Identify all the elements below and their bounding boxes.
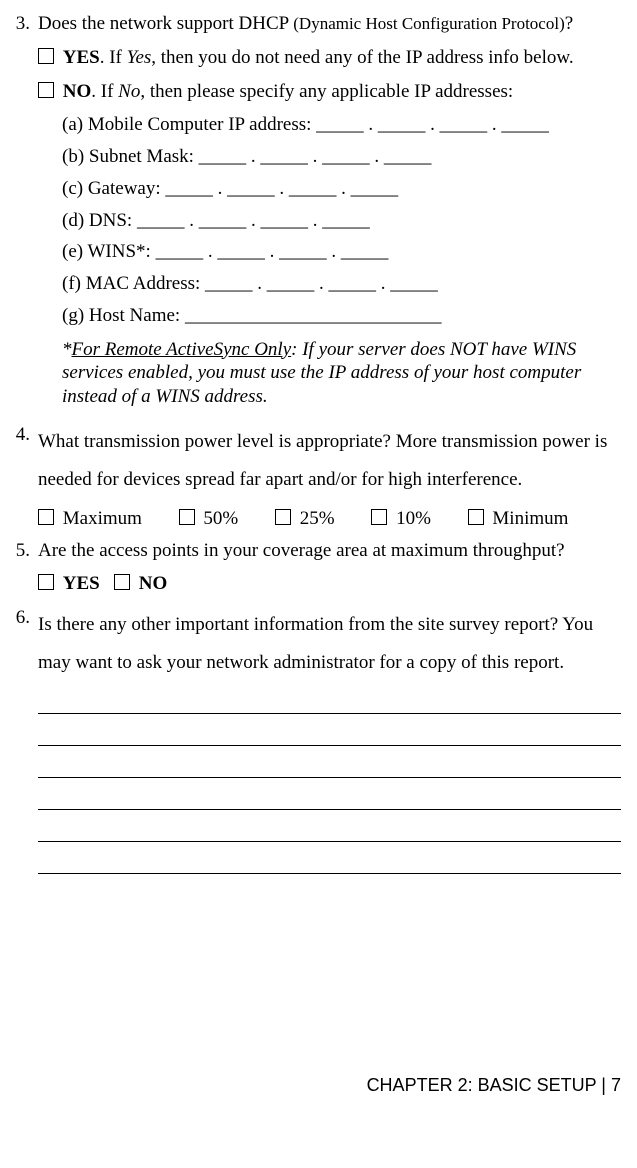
footer-chapter: CHAPTER 2: BASIC SETUP bbox=[367, 1075, 597, 1095]
q6-lines bbox=[38, 712, 627, 874]
checkbox-icon[interactable] bbox=[38, 82, 54, 98]
q5-options: YES NO bbox=[38, 572, 627, 596]
blank-line bbox=[38, 808, 621, 810]
q4-marker: 4. bbox=[2, 423, 38, 447]
q3-a: (a) Mobile Computer IP address: _____ . … bbox=[62, 113, 627, 137]
q3-yes-if: Yes bbox=[127, 47, 152, 68]
footer-page: 7 bbox=[611, 1075, 621, 1095]
q3-no-tail: , then please specify any applicable IP … bbox=[140, 81, 513, 102]
checkbox-icon[interactable] bbox=[468, 509, 484, 525]
q5-text: Are the access points in your coverage a… bbox=[38, 539, 627, 563]
q3-no-if: No bbox=[118, 81, 140, 102]
blank-line bbox=[38, 776, 621, 778]
q3-note: *For Remote ActiveSync Only: If your ser… bbox=[62, 338, 627, 409]
q3-head-paren: (Dynamic Host Configuration Protocol) bbox=[293, 14, 565, 33]
q5-yes: YES bbox=[63, 573, 100, 594]
q3-note-a: * bbox=[62, 339, 72, 360]
q3-head-a: Does the network support DHCP bbox=[38, 13, 293, 34]
q3-no-row: NO. If No, then please specify any appli… bbox=[38, 80, 627, 104]
q3-no-rest: . If bbox=[91, 81, 118, 102]
q3-yes-row: YES. If Yes, then you do not need any of… bbox=[38, 46, 627, 70]
q3-yes-label: YES bbox=[63, 47, 100, 68]
checkbox-icon[interactable] bbox=[371, 509, 387, 525]
q5-no: NO bbox=[139, 573, 168, 594]
page-footer: CHAPTER 2: BASIC SETUP | 7 bbox=[2, 1074, 627, 1097]
checkbox-icon[interactable] bbox=[275, 509, 291, 525]
q3-note-u: For Remote ActiveSync Only bbox=[72, 339, 292, 360]
q3-e: (e) WINS*: _____ . _____ . _____ . _____ bbox=[62, 240, 627, 264]
blank-line bbox=[38, 712, 621, 714]
q3-b: (b) Subnet Mask: _____ . _____ . _____ .… bbox=[62, 145, 627, 169]
q6-text: Is there any other important information… bbox=[38, 606, 627, 682]
q4-opt-max: Maximum bbox=[63, 508, 142, 529]
q5-marker: 5. bbox=[2, 539, 38, 563]
checkbox-icon[interactable] bbox=[38, 48, 54, 64]
q4-opt-25: 25% bbox=[300, 508, 335, 529]
q3-c: (c) Gateway: _____ . _____ . _____ . ___… bbox=[62, 177, 627, 201]
blank-line bbox=[38, 744, 621, 746]
q3-f: (f) MAC Address: _____ . _____ . _____ .… bbox=[62, 272, 627, 296]
checkbox-icon[interactable] bbox=[38, 509, 54, 525]
q4-text: What transmission power level is appropr… bbox=[38, 423, 627, 499]
q3-yes-rest: . If bbox=[100, 47, 127, 68]
checkbox-icon[interactable] bbox=[179, 509, 195, 525]
q3-d: (d) DNS: _____ . _____ . _____ . _____ bbox=[62, 209, 627, 233]
q3-marker: 3. bbox=[2, 12, 38, 36]
q6-marker: 6. bbox=[2, 606, 38, 630]
q3-yes-tail: , then you do not need any of the IP add… bbox=[151, 47, 573, 68]
q4-opt-10: 10% bbox=[396, 508, 431, 529]
q4-opt-50: 50% bbox=[203, 508, 238, 529]
q3-head-b: ? bbox=[565, 13, 573, 34]
footer-sep: | bbox=[596, 1075, 611, 1095]
blank-line bbox=[38, 840, 621, 842]
q3-no-label: NO bbox=[63, 81, 92, 102]
blank-line bbox=[38, 872, 621, 874]
checkbox-icon[interactable] bbox=[114, 574, 130, 590]
q3-g: (g) Host Name: _________________________… bbox=[62, 304, 627, 328]
q3-head: Does the network support DHCP (Dynamic H… bbox=[38, 12, 627, 36]
q4-opt-min: Minimum bbox=[492, 508, 568, 529]
q4-options: Maximum 50% 25% 10% Minimum bbox=[38, 507, 627, 531]
checkbox-icon[interactable] bbox=[38, 574, 54, 590]
